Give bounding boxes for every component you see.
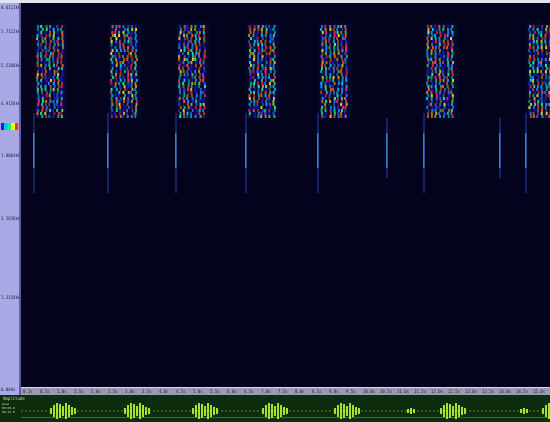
color-scale-icon	[1, 123, 19, 130]
time-tick: 7.0s	[261, 389, 271, 394]
time-tick: 10.0s	[363, 389, 376, 394]
time-tick: 11.5s	[414, 389, 427, 394]
time-tick: 12.0s	[431, 389, 444, 394]
time-tick: 13.5s	[482, 389, 495, 394]
time-tick: 0.5s	[40, 389, 50, 394]
spectrogram-view[interactable]	[21, 3, 550, 387]
time-tick: 15.0s	[533, 389, 546, 394]
freq-label-1: 5.7122kHz	[1, 29, 23, 34]
time-tick: 12.5s	[448, 389, 461, 394]
time-tick: 9.0s	[329, 389, 339, 394]
time-tick: 4.5s	[176, 389, 186, 394]
time-tick: 5.5s	[210, 389, 220, 394]
time-tick: 2.0s	[91, 389, 101, 394]
freq-label-6: 1.3158kHz	[1, 295, 23, 300]
time-tick: 14.5s	[516, 389, 529, 394]
time-tick: 11.0s	[397, 389, 410, 394]
time-tick: 5.0s	[193, 389, 203, 394]
spectrogram-image	[33, 23, 550, 193]
time-tick: 2.5s	[108, 389, 118, 394]
time-tick: 14.0s	[499, 389, 512, 394]
time-tick: 10.5s	[380, 389, 393, 394]
freq-label-3: 4.9156kHz	[1, 101, 23, 106]
time-tick: 1.5s	[74, 389, 84, 394]
frequency-axis-panel: 0.6111kHz 5.7122kHz 5.5268kHz 4.9156kHz …	[0, 3, 23, 395]
freq-label-5: 3.1658kHz	[1, 216, 23, 221]
time-tick: 1.0s	[57, 389, 67, 394]
time-tick: 8.0s	[295, 389, 305, 394]
waveform-panel[interactable]: Amplitude mono 00:00.0 00:15.0	[0, 395, 550, 422]
waveform-image	[21, 403, 550, 419]
freq-label-4: 1.0064kHz	[1, 153, 23, 158]
waveform-end: 00:15.0	[2, 410, 15, 414]
time-tick: 3.5s	[142, 389, 152, 394]
time-tick: 4.0s	[159, 389, 169, 394]
time-tick: 6.0s	[227, 389, 237, 394]
time-tick: 8.5s	[312, 389, 322, 394]
freq-label-2: 5.5268kHz	[1, 63, 23, 68]
freq-label-0: 0.6111kHz	[1, 5, 23, 10]
time-tick: 6.5s	[244, 389, 254, 394]
time-tick: 9.5s	[346, 389, 356, 394]
time-tick: 3.0s	[125, 389, 135, 394]
time-tick: 13.0s	[465, 389, 478, 394]
time-tick: 0.1s	[23, 389, 33, 394]
time-tick: 7.5s	[278, 389, 288, 394]
waveform-info: mono 00:00.0 00:15.0	[2, 402, 20, 414]
freq-label-7: 0.0kHz	[1, 387, 16, 392]
